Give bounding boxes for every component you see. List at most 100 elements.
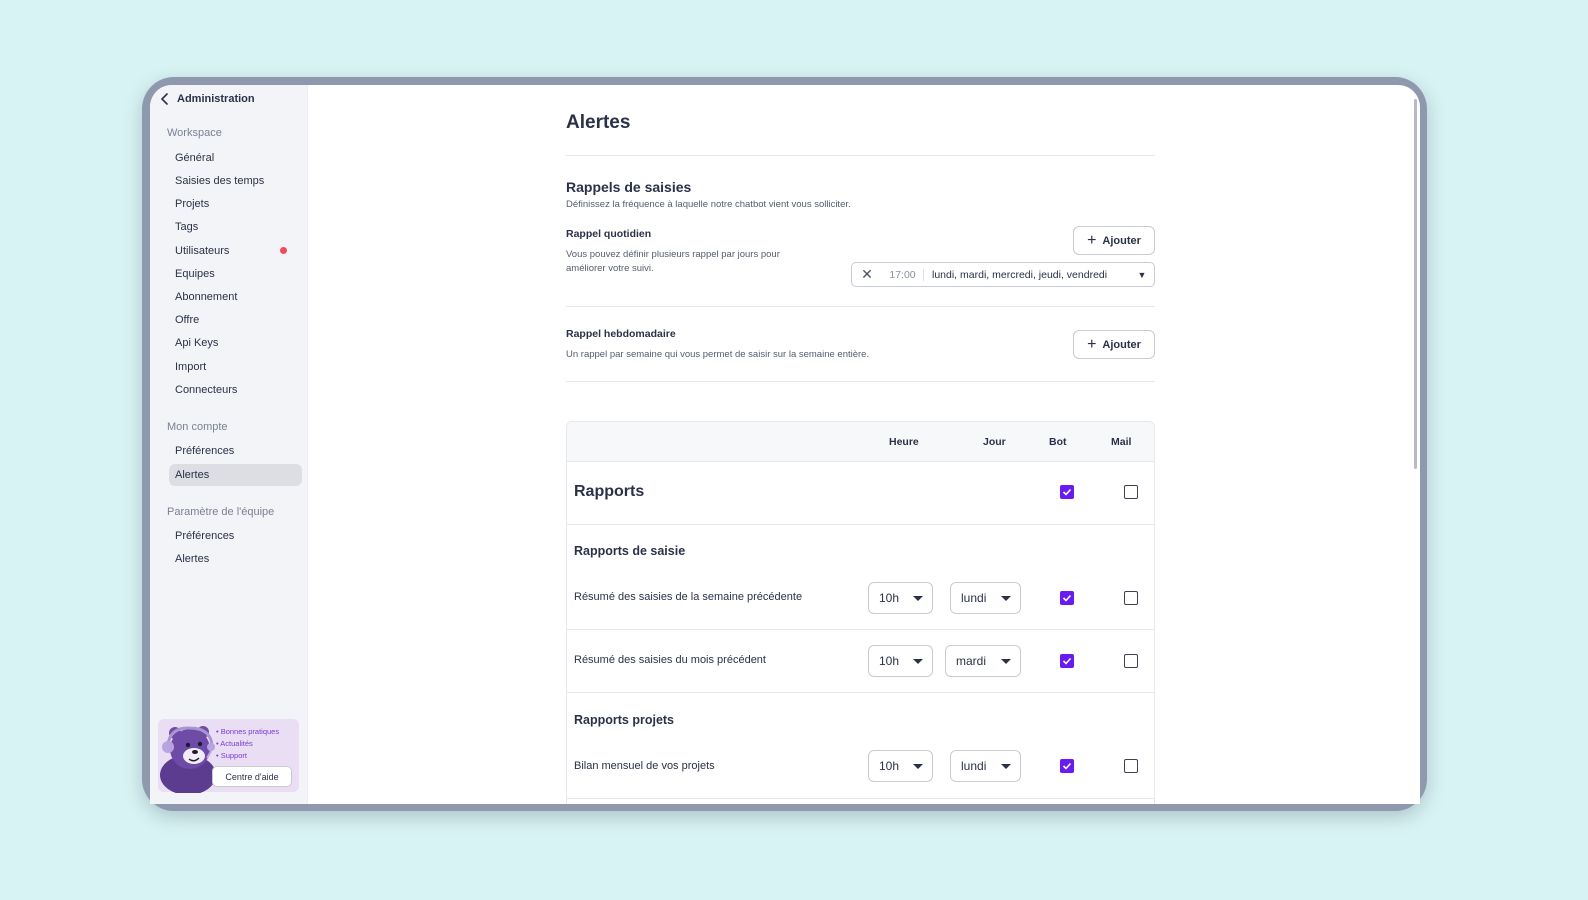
chevron-down-icon	[913, 596, 923, 601]
app-window: Administration Workspace Général Saisies…	[150, 85, 1420, 804]
plus-icon: +	[1087, 335, 1097, 353]
mail-checkbox[interactable]	[1124, 759, 1138, 773]
main-content: Alertes Rappels de saisies Définissez la…	[566, 85, 1156, 804]
sidebar-item-saisies[interactable]: Saisies des temps	[175, 175, 264, 187]
table-header: Heure Jour Bot Mail	[567, 422, 1154, 462]
help-center-card: • Bonnes pratiques • Actualités • Suppor…	[158, 719, 299, 793]
sidebar-item-abonnement[interactable]: Abonnement	[175, 291, 237, 303]
help-links: • Bonnes pratiques • Actualités • Suppor…	[216, 726, 279, 762]
sidebar-item-equipes[interactable]: Equipes	[175, 268, 215, 280]
bot-checkbox[interactable]	[1060, 654, 1074, 668]
sidebar: Administration Workspace Général Saisies…	[150, 85, 308, 804]
page-title: Alertes	[566, 112, 631, 133]
header-heure: Heure	[889, 436, 919, 448]
daily-reminder-entry[interactable]: ✕ 17:00 lundi, mardi, mercredi, jeudi, v…	[851, 262, 1155, 287]
group-title-projets: Rapports projets	[574, 713, 675, 727]
weekly-reminder-description: Un rappel par semaine qui vous permet de…	[566, 349, 870, 360]
help-center-button[interactable]: Centre d'aide	[212, 766, 292, 787]
section-title: Rapports	[574, 483, 645, 500]
chevron-down-icon	[1001, 764, 1011, 769]
sidebar-item-team-preferences[interactable]: Préférences	[175, 530, 234, 542]
back-label: Administration	[177, 93, 255, 105]
sidebar-item-account-preferences[interactable]: Préférences	[175, 445, 234, 457]
day-select[interactable]: lundi	[950, 582, 1021, 614]
header-jour: Jour	[983, 436, 1006, 448]
help-link-support[interactable]: • Support	[216, 750, 279, 762]
day-value: mardi	[956, 654, 987, 668]
add-weekly-reminder-button[interactable]: + Ajouter	[1073, 330, 1155, 359]
hour-value: 10h	[879, 591, 900, 605]
check-icon	[1062, 594, 1072, 602]
chevron-down-icon[interactable]: ▼	[1130, 270, 1154, 280]
sidebar-item-account-alertes[interactable]: Alertes	[175, 469, 209, 481]
hour-select[interactable]: 10h	[868, 750, 933, 782]
row-label-weekly-summary: Résumé des saisies de la semaine précéde…	[574, 591, 803, 603]
row-divider	[567, 629, 1154, 630]
section-mail-checkbox[interactable]	[1124, 485, 1138, 499]
sidebar-item-general[interactable]: Général	[175, 152, 214, 164]
bot-checkbox[interactable]	[1060, 591, 1074, 605]
check-icon	[1062, 488, 1072, 496]
hour-select[interactable]: 10h	[868, 645, 933, 677]
sidebar-item-projets[interactable]: Projets	[175, 198, 209, 210]
mail-checkbox[interactable]	[1124, 654, 1138, 668]
sidebar-item-offre[interactable]: Offre	[175, 314, 199, 326]
sidebar-item-tags[interactable]: Tags	[175, 221, 198, 233]
section-bot-checkbox[interactable]	[1060, 485, 1074, 499]
divider	[566, 381, 1155, 382]
bot-checkbox[interactable]	[1060, 759, 1074, 773]
notification-dot	[280, 247, 287, 254]
sidebar-item-connecteurs[interactable]: Connecteurs	[175, 384, 237, 396]
reminders-subtitle: Définissez la fréquence à laquelle notre…	[566, 199, 851, 210]
hour-value: 10h	[879, 759, 900, 773]
sidebar-item-utilisateurs[interactable]: Utilisateurs	[175, 245, 229, 257]
chevron-down-icon	[913, 659, 923, 664]
account-section-label: Mon compte	[167, 421, 228, 433]
add-label: Ajouter	[1102, 338, 1141, 351]
day-select[interactable]: mardi	[945, 645, 1021, 677]
row-label-monthly-summary: Résumé des saisies du mois précédent	[574, 654, 766, 666]
team-section-label: Paramètre de l'équipe	[167, 506, 275, 518]
alerts-table: Heure Jour Bot Mail Rapports Rapports de…	[566, 421, 1155, 804]
daily-reminder-description-2: améliorer votre suivi.	[566, 263, 654, 274]
plus-icon: +	[1087, 231, 1097, 249]
row-divider	[567, 798, 1154, 799]
add-label: Ajouter	[1102, 234, 1141, 247]
check-icon	[1062, 762, 1072, 770]
reminders-title: Rappels de saisies	[566, 179, 692, 195]
day-value: lundi	[961, 759, 987, 773]
bear-mascot-icon	[160, 726, 216, 793]
day-select[interactable]: lundi	[950, 750, 1021, 782]
weekly-reminder-label: Rappel hebdomadaire	[566, 328, 676, 340]
daily-reminder-description-1: Vous pouvez définir plusieurs rappel par…	[566, 249, 780, 260]
mail-checkbox[interactable]	[1124, 591, 1138, 605]
chevron-down-icon	[1001, 596, 1011, 601]
divider	[566, 155, 1155, 156]
chevron-down-icon	[913, 764, 923, 769]
sidebar-item-api-keys[interactable]: Api Keys	[175, 337, 218, 349]
sidebar-item-team-alertes[interactable]: Alertes	[175, 553, 209, 565]
divider	[566, 306, 1155, 307]
reminder-time[interactable]: 17:00	[882, 268, 924, 281]
chevron-left-icon	[160, 93, 168, 105]
row-divider	[567, 524, 1154, 525]
row-divider	[567, 692, 1154, 693]
hour-select[interactable]: 10h	[868, 582, 933, 614]
vertical-scrollbar[interactable]	[1414, 99, 1417, 469]
add-daily-reminder-button[interactable]: + Ajouter	[1073, 226, 1155, 255]
reminder-days[interactable]: lundi, mardi, mercredi, jeudi, vendredi	[924, 269, 1130, 281]
day-value: lundi	[961, 591, 987, 605]
help-link-bonnes-pratiques[interactable]: • Bonnes pratiques	[216, 726, 279, 738]
help-link-actualites[interactable]: • Actualités	[216, 738, 279, 750]
sidebar-item-import[interactable]: Import	[175, 361, 206, 373]
workspace-section-label: Workspace	[167, 127, 222, 139]
group-title-saisie: Rapports de saisie	[574, 544, 686, 558]
hour-value: 10h	[879, 654, 900, 668]
header-mail: Mail	[1111, 436, 1132, 448]
close-icon[interactable]: ✕	[852, 266, 882, 283]
chevron-down-icon	[1001, 659, 1011, 664]
back-to-administration[interactable]: Administration	[160, 93, 255, 105]
check-icon	[1062, 657, 1072, 665]
daily-reminder-label: Rappel quotidien	[566, 228, 652, 240]
row-label-monthly-projects: Bilan mensuel de vos projets	[574, 760, 715, 772]
